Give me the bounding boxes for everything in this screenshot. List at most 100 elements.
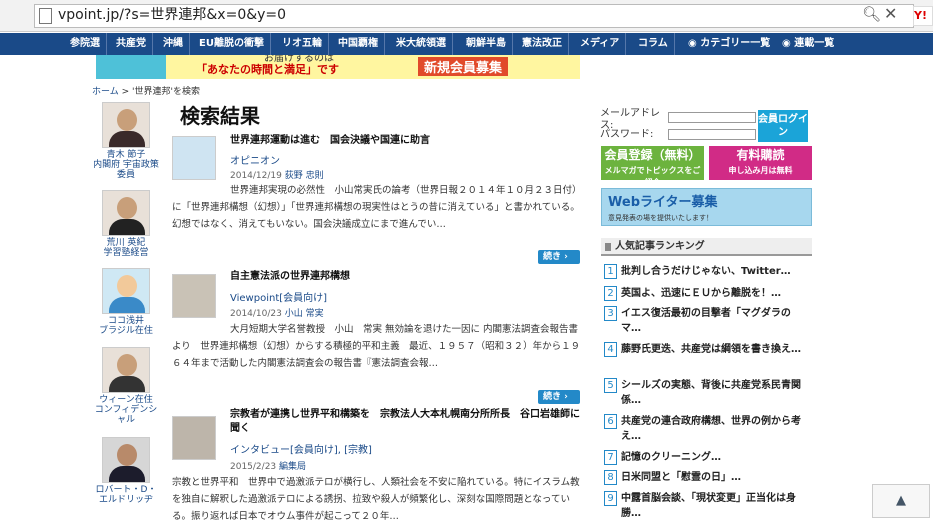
search-result: 自主憲法派の世界連邦構想 Viewpoint[会員向け] 2014/10/23 … bbox=[172, 270, 582, 404]
password-field[interactable] bbox=[668, 129, 756, 140]
columnist-name: ココ浅井 bbox=[107, 316, 144, 326]
result-excerpt: 大月短期大学名誉教授 小山 常実 無効論を退けた一因に 内閣憲法調査会報告書より… bbox=[172, 324, 581, 369]
result-title[interactable]: 自主憲法派の世界連邦構想 bbox=[230, 270, 580, 284]
nav-item-constitution[interactable]: 憲法改正 bbox=[516, 33, 569, 55]
columnist-item[interactable]: 荒川 英紀 学習塾経営 bbox=[92, 190, 160, 258]
paid-title: 有料購読 bbox=[736, 148, 785, 162]
columnist-name: 荒川 英紀 bbox=[106, 238, 146, 248]
columnist-role: 内閣府 宇宙政策委員 bbox=[93, 160, 159, 180]
register-sub: メルマガでトピックスをご紹介 bbox=[604, 166, 701, 187]
breadcrumb-home[interactable]: ホーム bbox=[92, 87, 119, 97]
browser-address-bar: vpoint.jp/?s=世界連邦&x=0&y=0 🔍︎ ✕ Y! bbox=[0, 0, 933, 32]
columnist-item[interactable]: 青木 節子 内閣府 宇宙政策委員 bbox=[92, 102, 160, 180]
nav-item-categories-label: カテゴリー一覧 bbox=[700, 38, 771, 49]
avatar bbox=[102, 268, 150, 314]
ranking-item-title: 共産党の連合政府構想、世界の例から考え… bbox=[621, 416, 801, 442]
global-nav: 参院選 共産党 沖縄 EU離脱の衝撃 リオ五輪 中国覇権 米大統領選 朝鮮半島 … bbox=[0, 33, 933, 55]
avatar bbox=[102, 102, 150, 148]
password-label: パスワード: bbox=[600, 129, 654, 140]
url-text[interactable]: vpoint.jp/?s=世界連邦&x=0&y=0 bbox=[58, 5, 286, 25]
nav-item-china[interactable]: 中国覇権 bbox=[332, 33, 385, 55]
nav-item-kyosan[interactable]: 共産党 bbox=[110, 33, 153, 55]
read-more-label: 続き bbox=[543, 252, 562, 262]
ranking-num: 5 bbox=[604, 378, 617, 393]
avatar bbox=[102, 347, 150, 393]
columnist-item[interactable]: ウィーン在住 コンフィデンシャル bbox=[92, 347, 160, 425]
back-to-top-button[interactable]: ▲ bbox=[872, 484, 930, 518]
read-more-button[interactable]: 続き › bbox=[538, 390, 580, 404]
paid-subscribe-button[interactable]: 有料購読 申し込み月は無料 bbox=[709, 146, 812, 180]
ranking-num: 3 bbox=[604, 306, 617, 321]
nav-item-series[interactable]: ◉ 連載一覧 bbox=[776, 33, 840, 55]
ranking-num: 1 bbox=[604, 264, 617, 279]
columnist-item[interactable]: ココ浅井 ブラジル在住 bbox=[92, 268, 160, 336]
web-writer-title: Webライター募集 bbox=[608, 195, 718, 210]
extension-icon[interactable]: Y! bbox=[913, 6, 933, 26]
ranking-panel: 人気記事ランキング 1 批判し合うだけじゃない、Twitter… 2 英国よ、迅速に… bbox=[601, 238, 812, 519]
avatar bbox=[102, 190, 150, 236]
ranking-item-title: シールズの実態、背後に共産党系民青関係… bbox=[621, 380, 801, 406]
breadcrumb: ホーム > '世界連邦'を検索 bbox=[92, 84, 200, 97]
login-button[interactable]: 会員ログイン bbox=[758, 110, 808, 142]
nav-item-korea[interactable]: 朝鮮半島 bbox=[460, 33, 513, 55]
register-button[interactable]: 会員登録（無料） メルマガでトピックスをご紹介 bbox=[601, 146, 704, 187]
nav-item-us-election[interactable]: 米大統領選 bbox=[390, 33, 453, 55]
close-icon[interactable]: ✕ bbox=[884, 4, 897, 23]
page-icon bbox=[39, 8, 52, 24]
nav-item-eu[interactable]: EU離脱の衝撃 bbox=[193, 33, 271, 55]
columnist-name: ロバート・D・エルドリッヂ bbox=[95, 485, 157, 505]
columnist-role: 学習塾経営 bbox=[103, 248, 149, 258]
result-date: 2014/10/23 小山 常実 bbox=[230, 306, 324, 319]
result-thumbnail[interactable] bbox=[172, 136, 216, 180]
result-thumbnail[interactable] bbox=[172, 274, 216, 318]
result-thumbnail[interactable] bbox=[172, 416, 216, 460]
nav-item-media[interactable]: メディア bbox=[574, 33, 627, 55]
result-category[interactable]: Viewpoint[会員向け] bbox=[230, 289, 327, 304]
result-category[interactable]: オピニオン bbox=[230, 152, 280, 167]
register-title: 会員登録（無料） bbox=[604, 148, 701, 162]
nav-item-column[interactable]: コラム bbox=[632, 33, 675, 55]
ranking-title: 人気記事ランキング bbox=[601, 238, 812, 256]
read-more-button[interactable]: 続き › bbox=[538, 250, 580, 264]
email-field[interactable] bbox=[668, 112, 756, 123]
page-title: 検索結果 bbox=[180, 104, 260, 128]
result-author[interactable]: 小山 常実 bbox=[285, 309, 324, 319]
result-date-value: 2014/10/23 bbox=[230, 309, 282, 319]
result-author[interactable]: 編集局 bbox=[279, 462, 306, 472]
columnist-name: ウィーン在住 bbox=[99, 395, 153, 405]
nav-item-categories[interactable]: ◉ カテゴリー一覧 bbox=[682, 33, 776, 55]
result-author[interactable]: 荻野 忠則 bbox=[285, 171, 324, 181]
paid-sub: 申し込み月は無料 bbox=[728, 166, 793, 175]
columnist-item[interactable]: ロバート・D・エルドリッヂ bbox=[92, 437, 160, 505]
banner-line3: 新規会員募集 bbox=[418, 57, 509, 76]
web-writer-sub: 意見発表の場を提供いたします！ bbox=[608, 214, 713, 222]
result-excerpt: 宗教と世界平和 世界中で過激派テロが横行し、人類社会を不安に陥れている。特にイス… bbox=[172, 477, 580, 522]
nav-item-rio[interactable]: リオ五輪 bbox=[276, 33, 329, 55]
columnist-name: 青木 節子 bbox=[106, 150, 146, 160]
chevron-right-icon: › bbox=[564, 392, 568, 402]
nav-item-sanin[interactable]: 参院選 bbox=[64, 33, 107, 55]
ranking-num: 4 bbox=[604, 342, 617, 357]
result-excerpt: 世界連邦実現の必然性 小山常実氏の論考（世界日報２０１４年１０月２３日付）に「世… bbox=[172, 185, 582, 230]
columnist-role: コンフィデンシャル bbox=[94, 405, 158, 425]
ranking-num: 2 bbox=[604, 286, 617, 301]
result-title[interactable]: 世界連邦運動は進む 国会決議や国連に助言 bbox=[230, 134, 580, 148]
result-date-value: 2015/2/23 bbox=[230, 462, 277, 472]
ranking-num: 6 bbox=[604, 414, 617, 429]
member-banner[interactable]: お届けするのは 「あなたの時間と満足」です 新規会員募集 bbox=[96, 55, 580, 79]
ranking-item-title: イエス復活最初の目撃者「マグダラのマ… bbox=[621, 308, 791, 334]
banner-illustration bbox=[96, 55, 166, 79]
breadcrumb-current: '世界連邦'を検索 bbox=[132, 87, 200, 97]
result-date: 2015/2/23 編集局 bbox=[230, 459, 306, 472]
search-icon[interactable]: 🔍︎ bbox=[862, 5, 881, 23]
nav-item-okinawa[interactable]: 沖縄 bbox=[157, 33, 190, 55]
web-writer-banner[interactable]: Webライター募集 意見発表の場を提供いたします！ bbox=[601, 188, 812, 226]
banner-line2: 「あなたの時間と満足」です bbox=[196, 63, 339, 76]
result-title[interactable]: 宗教者が連携し世界平和構築を 宗教法人大本札幌南分所所長 谷口岩雄師に聞く bbox=[230, 408, 580, 436]
breadcrumb-sep: > bbox=[121, 87, 130, 97]
ranking-item-title: 藤野氏更迭、共産党は綱領を書き換え… bbox=[621, 344, 801, 355]
chevron-right-icon: › bbox=[564, 252, 568, 262]
search-result: 宗教者が連携し世界平和構築を 宗教法人大本札幌南分所所長 谷口岩雄師に聞く イン… bbox=[172, 408, 582, 522]
result-category[interactable]: インタビュー[会員向け], [宗教] bbox=[230, 441, 372, 456]
read-more-label: 続き bbox=[543, 392, 562, 402]
